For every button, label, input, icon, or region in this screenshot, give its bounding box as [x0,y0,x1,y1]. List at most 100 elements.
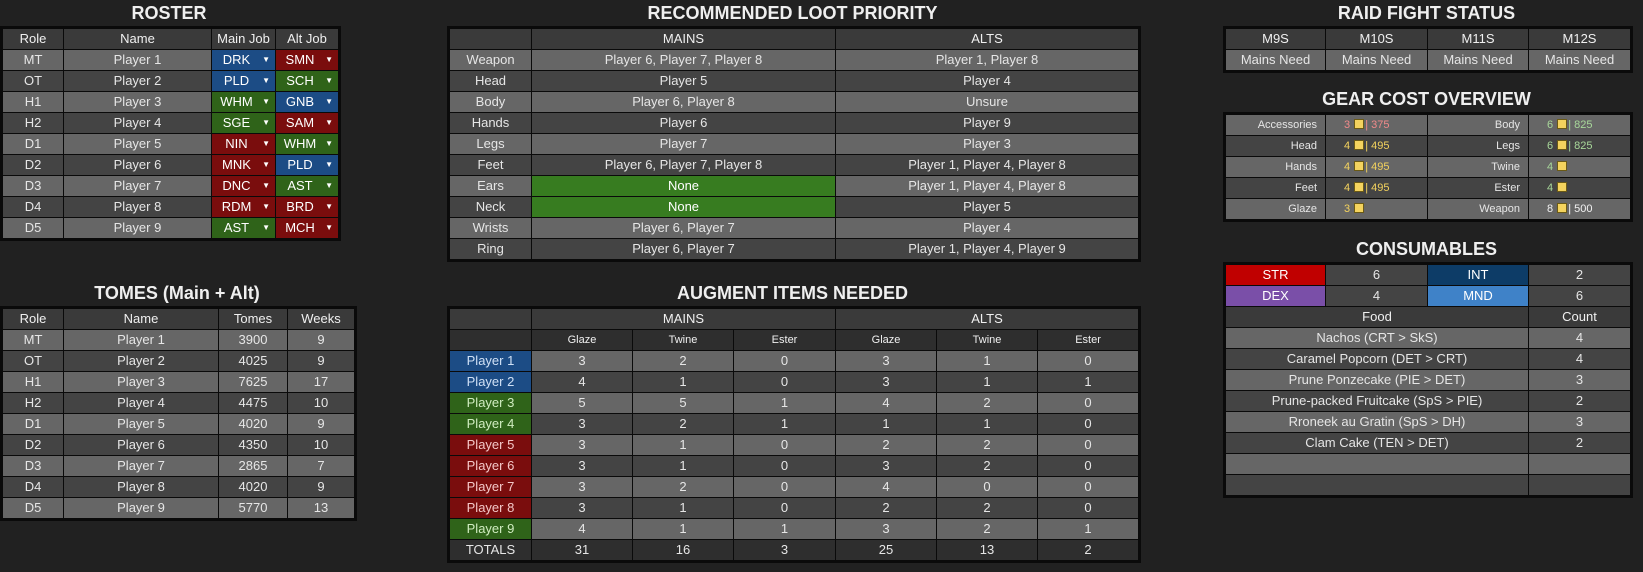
main-job-dropdown[interactable]: WHM ▼ [211,91,276,113]
dropdown-caret-icon: ▼ [325,160,333,169]
name-cell: Player 6 [63,154,212,176]
token-icon [1557,203,1568,213]
gear-cost-label: Weapon [1427,198,1529,221]
stat-int-value: 2 [1528,263,1632,286]
mains-ester: 0 [732,434,837,456]
dropdown-caret-icon: ▼ [325,223,333,232]
gear-tomes: 495 [1371,161,1390,173]
alt-job-dropdown[interactable]: PLD ▼ [275,154,340,176]
mains-glaze: 4 [531,371,633,393]
food-row: Caramel Popcorn (DET > CRT) 4 [1224,348,1632,370]
name-cell: Player 3 [63,371,219,393]
tomes-col-weeks: Weeks [287,307,356,330]
loot-priority-table: MAINS ALTS Weapon Player 6, Player 7, Pla… [447,26,1141,262]
alts-priority: Unsure [835,91,1140,113]
gear-cost-value: 4 | 495 [1325,135,1428,157]
dropdown-caret-icon: ▼ [325,202,333,211]
main-job-dropdown[interactable]: DRK ▼ [211,49,276,71]
main-job-dropdown[interactable]: SGE ▼ [211,112,276,134]
tomes-cell: 4350 [218,434,288,456]
dropdown-caret-icon: ▼ [262,97,270,106]
gear-cost-row: Feet 4 | 495 Ester 4 [1224,177,1632,199]
mains-priority: Player 6, Player 8 [531,91,836,113]
main-job-dropdown[interactable]: MNK ▼ [211,154,276,176]
alt-job-value: SCH [286,73,314,88]
mains-ester: 0 [732,350,837,372]
gear-tomes: 500 [1574,203,1593,215]
tomes-col-tomes: Tomes [218,307,288,330]
total-alts-twine: 13 [936,539,1039,562]
alt-job-dropdown[interactable]: BRD ▼ [275,196,340,218]
status-m11s: Mains Need [1427,49,1529,72]
roster-row: D5 Player 9 AST ▼ MCH ▼ [1,217,340,240]
alts-ester: 1 [1037,371,1141,393]
alt-job-dropdown[interactable]: AST ▼ [275,175,340,197]
tomes-cell: 7625 [218,371,288,393]
gear-count: 3 [1344,203,1351,215]
name-cell: Player 2 [63,70,212,92]
alt-job-dropdown[interactable]: SAM ▼ [275,112,340,134]
main-job-dropdown[interactable]: RDM ▼ [211,196,276,218]
token-icon [1354,203,1365,213]
gear-cost-title: GEAR COST OVERVIEW [1322,89,1531,109]
tomes-row: D1 Player 5 4020 9 [1,413,356,435]
main-job-dropdown[interactable]: AST ▼ [211,217,276,240]
roster-col-alt-job: Alt Job [275,27,340,50]
roster-col-role: Role [1,27,64,50]
alts-ester: 0 [1037,497,1141,519]
main-job-dropdown[interactable]: PLD ▼ [211,70,276,92]
alts-glaze: 3 [835,350,938,372]
food-name: Nachos (CRT > SkS) [1224,327,1529,349]
mains-ester: 0 [732,497,837,519]
augment-col-twine: Twine [632,329,734,351]
gear-cost-value: 4 [1528,177,1632,199]
mains-twine: 2 [632,413,734,435]
mains-twine: 1 [632,518,734,540]
player-label: Player 4 [448,413,532,435]
mains-glaze: 3 [531,434,633,456]
name-cell: Player 5 [63,413,219,435]
alt-job-dropdown[interactable]: SCH ▼ [275,70,340,92]
alt-job-dropdown[interactable]: MCH ▼ [275,217,340,240]
name-cell: Player 8 [63,476,219,498]
main-job-dropdown[interactable]: DNC ▼ [211,175,276,197]
gear-cost-value: 6 | 825 [1528,113,1632,136]
slot-label: Wrists [448,217,532,239]
food-name [1224,453,1529,475]
role-cell: H1 [1,371,64,393]
loot-col-slot [448,27,532,50]
augment-sub-header-row: Glaze Twine Ester Glaze Twine Ester [448,329,1141,351]
alts-ester: 0 [1037,350,1141,372]
slot-label: Ears [448,175,532,197]
roster-table: Role Name Main Job Alt Job MT Player 1 D… [0,26,341,241]
food-count: 4 [1528,348,1632,370]
alt-job-value: AST [287,178,313,193]
alt-job-dropdown[interactable]: SMN ▼ [275,49,340,71]
player-label: Player 5 [448,434,532,456]
mains-glaze: 3 [531,476,633,498]
gear-cost-table: Accessories 3 | 375 Body 6 | 825 Head 4 … [1223,112,1633,222]
alts-glaze: 4 [835,392,938,414]
dropdown-caret-icon: ▼ [325,55,333,64]
food-name: Rroneek au Gratin (SpS > DH) [1224,411,1529,433]
main-job-value: NIN [225,136,248,151]
dropdown-caret-icon: ▼ [262,160,270,169]
main-job-value: DRK [222,52,251,67]
alt-job-dropdown[interactable]: WHM ▼ [275,133,340,155]
tomes-cell: 4020 [218,413,288,435]
gear-tomes: 495 [1371,182,1390,194]
mains-priority: None [531,196,836,218]
raid-fight-row: M9S M10S M11S M12S [1224,27,1632,50]
food-name [1224,474,1529,497]
augment-row: Player 4321110 [448,413,1141,435]
slot-label: Neck [448,196,532,218]
tomes-row: H2 Player 4 4475 10 [1,392,356,414]
main-job-dropdown[interactable]: NIN ▼ [211,133,276,155]
alt-job-value: MCH [285,220,315,235]
food-col-name: Food [1224,306,1529,328]
name-cell: Player 7 [63,455,219,477]
main-job-value: DNC [222,178,251,193]
alt-job-value: BRD [286,199,314,214]
alt-job-dropdown[interactable]: GNB ▼ [275,91,340,113]
role-cell: D5 [1,217,64,240]
